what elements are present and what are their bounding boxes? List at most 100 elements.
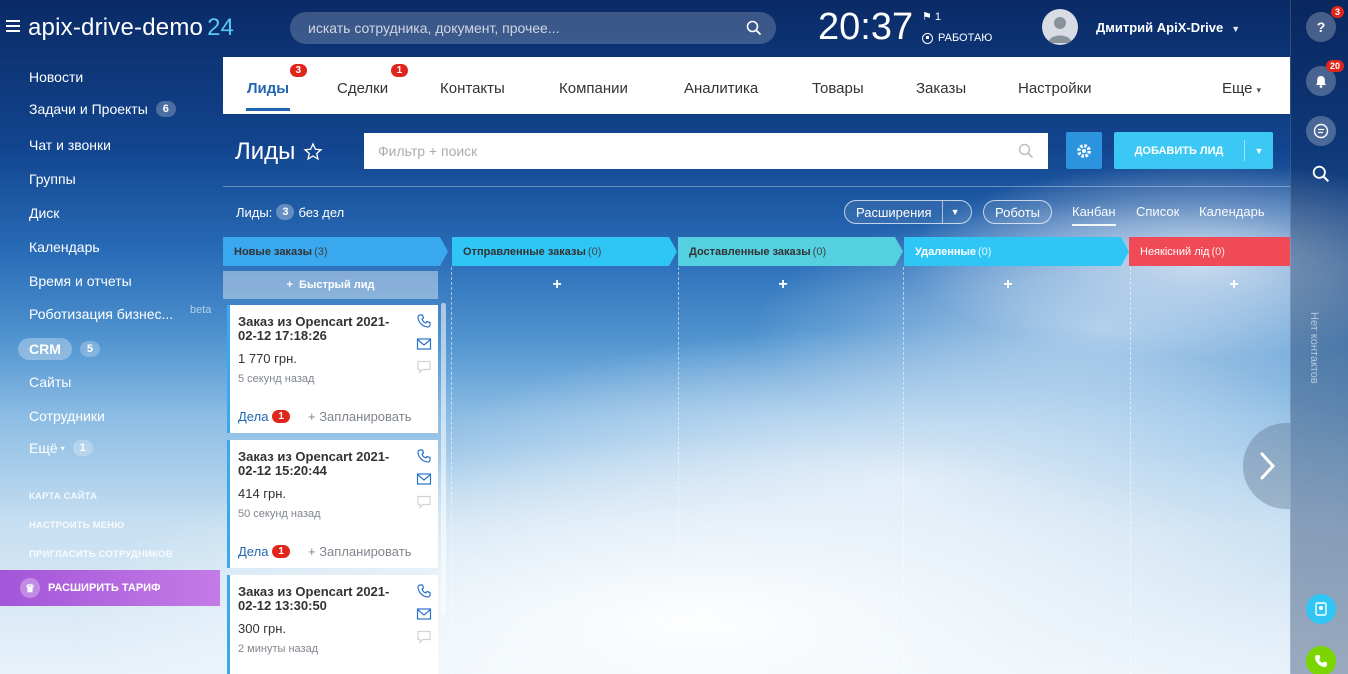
add-card-button[interactable]: + bbox=[998, 276, 1018, 294]
configure-menu-link[interactable]: НАСТРОИТЬ МЕНЮ bbox=[29, 520, 124, 531]
phone-call-button[interactable] bbox=[1306, 646, 1336, 674]
stage-new-orders[interactable]: Новые заказы (3) bbox=[223, 237, 328, 266]
card-title[interactable]: Заказ из Opencart 2021-02-12 15:20:44 bbox=[238, 450, 408, 478]
sidebar-item-label: Роботизация бизнес... bbox=[29, 306, 174, 322]
sidebar-item-tasks[interactable]: Задачи и Проекты 6 bbox=[29, 101, 176, 117]
chat-icon[interactable] bbox=[416, 494, 432, 510]
stage-sent-orders[interactable]: Отправленные заказы (0) bbox=[452, 237, 601, 266]
messenger-button[interactable] bbox=[1306, 116, 1336, 146]
tab-analytics[interactable]: Аналитика bbox=[684, 80, 758, 97]
mail-icon[interactable] bbox=[416, 471, 432, 487]
sidebar-item-more[interactable]: Ещё ▾ 1 bbox=[29, 440, 93, 456]
mail-icon[interactable] bbox=[416, 606, 432, 622]
stage-delivered-orders[interactable]: Доставленные заказы (0) bbox=[678, 237, 826, 266]
work-status-label: РАБОТАЮ bbox=[938, 32, 993, 44]
stage-bad-lead[interactable]: Неякісний лід (0) bbox=[1129, 237, 1225, 266]
view-calendar[interactable]: Календарь bbox=[1199, 204, 1265, 219]
portal-logo[interactable]: apix-drive-demo 24 bbox=[28, 14, 234, 42]
sidebar-item-employees[interactable]: Сотрудники bbox=[29, 408, 105, 424]
phone-icon[interactable] bbox=[416, 448, 432, 464]
sidebar-item-robotization[interactable]: Роботизация бизнес... bbox=[29, 306, 173, 322]
star-icon[interactable] bbox=[303, 142, 324, 162]
notifications-badge: 20 bbox=[1325, 60, 1344, 72]
card-deals[interactable]: Дела 1 bbox=[238, 544, 290, 559]
sidebar-item-sites[interactable]: Сайты bbox=[29, 374, 71, 390]
global-search-input[interactable]: искать сотрудника, документ, прочее... bbox=[290, 12, 776, 44]
tab-deals[interactable]: Сделки 1 bbox=[337, 64, 409, 97]
lead-card[interactable]: Заказ из Opencart 2021-02-12 17:18:26 1 … bbox=[227, 305, 438, 433]
sidebar-item-label: Календарь bbox=[29, 239, 100, 255]
search-icon[interactable] bbox=[746, 20, 762, 36]
mail-icon[interactable] bbox=[416, 336, 432, 352]
deals-count: 1 bbox=[272, 545, 290, 558]
add-card-button[interactable]: + bbox=[773, 276, 793, 294]
menu-icon[interactable] bbox=[6, 20, 20, 32]
stage-count: (0) bbox=[587, 245, 602, 258]
view-list[interactable]: Список bbox=[1136, 204, 1179, 219]
stage-name: Неякісний лід bbox=[1140, 245, 1210, 258]
tab-leads[interactable]: Лиды 3 bbox=[245, 64, 308, 111]
chat-icon[interactable] bbox=[416, 629, 432, 645]
sidebar-item-label: Сайты bbox=[29, 374, 72, 390]
tab-orders[interactable]: Заказы bbox=[916, 80, 966, 97]
tab-contacts[interactable]: Контакты bbox=[440, 80, 505, 97]
card-deals[interactable]: Дела 1 bbox=[238, 409, 290, 424]
phone-icon[interactable] bbox=[416, 583, 432, 599]
card-title[interactable]: Заказ из Opencart 2021-02-12 17:18:26 bbox=[238, 315, 408, 343]
extensions-button[interactable]: Расширения ▼ bbox=[844, 200, 972, 224]
invite-employees-link[interactable]: ПРИГЛАСИТЬ СОТРУДНИКОВ bbox=[29, 549, 173, 560]
sitemap-link[interactable]: КАРТА САЙТА bbox=[29, 491, 97, 502]
user-menu[interactable]: Дмитрий ApiX-Drive ▼ bbox=[1096, 20, 1240, 35]
search-button[interactable] bbox=[1306, 159, 1336, 189]
add-card-button[interactable]: + bbox=[1224, 276, 1244, 294]
search-icon[interactable] bbox=[1018, 143, 1034, 159]
sidebar-item-time[interactable]: Время и отчеты bbox=[29, 273, 132, 289]
gear-icon bbox=[1077, 143, 1091, 158]
plan-button[interactable]: + Запланировать bbox=[308, 409, 411, 424]
quick-lead-label: Быстрый лид bbox=[299, 279, 375, 291]
work-status[interactable]: РАБОТАЮ bbox=[922, 32, 992, 44]
filter-search-input[interactable]: Фильтр + поиск bbox=[364, 133, 1048, 169]
stage-count: (0) bbox=[978, 245, 992, 258]
stop-icon bbox=[922, 32, 933, 44]
stage-count: (0) bbox=[812, 245, 827, 258]
stage-name: Удаленные bbox=[915, 245, 977, 258]
sidebar-item-news[interactable]: Новости bbox=[29, 69, 83, 85]
sidebar-item-groups[interactable]: Группы bbox=[29, 171, 76, 187]
settings-button[interactable] bbox=[1066, 132, 1102, 169]
flag-counter[interactable]: ⚑ 1 bbox=[922, 10, 941, 23]
tab-products[interactable]: Товары bbox=[812, 80, 864, 97]
add-lead-button[interactable]: ДОБАВИТЬ ЛИД ▼ bbox=[1114, 132, 1273, 169]
quick-lead-button[interactable]: + Быстрый лид bbox=[223, 271, 438, 299]
avatar[interactable] bbox=[1042, 9, 1078, 45]
open-channels-button[interactable] bbox=[1306, 594, 1336, 624]
tab-more[interactable]: Еще ▾ bbox=[1222, 80, 1261, 97]
stage-deleted[interactable]: Удаленные (0) bbox=[904, 237, 991, 266]
card-title[interactable]: Заказ из Opencart 2021-02-12 13:30:50 bbox=[238, 585, 408, 613]
sidebar-item-crm[interactable]: CRM 5 bbox=[18, 338, 101, 360]
crm-tabs: Лиды 3 Сделки 1 Контакты Компании Аналитик… bbox=[223, 57, 1290, 114]
tab-settings[interactable]: Настройки bbox=[1018, 80, 1092, 97]
sidebar-item-chat[interactable]: Чат и звонки bbox=[29, 137, 111, 153]
chevron-down-icon[interactable]: ▼ bbox=[951, 207, 960, 217]
help-button[interactable]: ? 3 bbox=[1306, 6, 1344, 42]
sidebar-item-disk[interactable]: Диск bbox=[29, 205, 59, 221]
column-scrollbar[interactable] bbox=[441, 303, 446, 615]
robots-button[interactable]: Роботы bbox=[983, 200, 1053, 224]
tab-companies[interactable]: Компании bbox=[559, 80, 628, 97]
clock[interactable]: 20:37 bbox=[818, 6, 913, 49]
add-card-button[interactable]: + bbox=[547, 276, 567, 294]
scroll-right-button[interactable] bbox=[1243, 423, 1290, 509]
sidebar-item-calendar[interactable]: Календарь bbox=[29, 239, 100, 255]
view-kanban[interactable]: Канбан bbox=[1072, 204, 1116, 226]
chevron-down-icon[interactable]: ▼ bbox=[1245, 146, 1273, 156]
plan-button[interactable]: + Запланировать bbox=[308, 544, 411, 559]
upgrade-plan-button[interactable]: ♛ РАСШИРИТЬ ТАРИФ bbox=[0, 570, 220, 606]
notifications-button[interactable]: 20 bbox=[1306, 60, 1344, 96]
lead-card[interactable]: Заказ из Opencart 2021-02-12 13:30:50 30… bbox=[227, 575, 438, 674]
phone-icon[interactable] bbox=[416, 313, 432, 329]
leads-count[interactable]: 3 bbox=[276, 204, 295, 220]
lead-card[interactable]: Заказ из Opencart 2021-02-12 15:20:44 41… bbox=[227, 440, 438, 568]
chat-icon[interactable] bbox=[416, 359, 432, 375]
tab-badge: 1 bbox=[390, 64, 409, 77]
